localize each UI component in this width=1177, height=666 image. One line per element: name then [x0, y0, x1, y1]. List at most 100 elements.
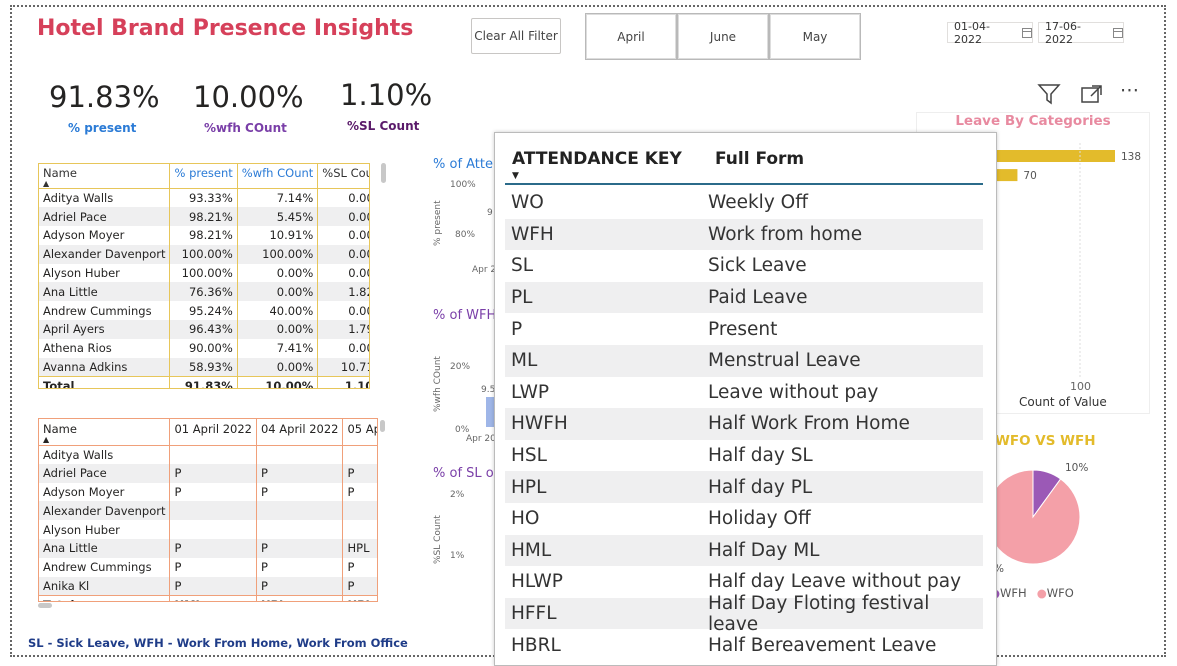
- cell-name: Andrew Cummings: [39, 301, 171, 321]
- cell-status: P: [342, 463, 377, 483]
- month-may-button[interactable]: May: [769, 13, 861, 60]
- table-row[interactable]: Adriel Pace98.21%5.45%0.00%: [39, 207, 369, 227]
- table-row[interactable]: Aditya Walls93.33%7.14%0.00%: [39, 188, 369, 208]
- cell-status: [169, 445, 257, 464]
- detail-matrix[interactable]: Name▲ 01 April 2022 04 April 2022 05 Apr…: [38, 418, 378, 602]
- pie-slice-wfo[interactable]: [985, 469, 1081, 565]
- key-row[interactable]: P Present: [505, 313, 983, 345]
- cell-name: Anika Kl: [39, 576, 171, 596]
- sort-desc-icon: ▲: [43, 179, 50, 188]
- sort-desc-icon: ▼: [512, 171, 519, 181]
- cell-name: Adyson Moyer: [39, 482, 171, 502]
- matrix-row[interactable]: Alexander Davenport: [39, 501, 377, 521]
- cell-value: 100.00%: [237, 244, 319, 264]
- table-row[interactable]: Avanna Adkins58.93%0.00%10.71%: [39, 357, 369, 377]
- attendance-chart-title: % of Atte: [433, 157, 494, 172]
- column-header-date-3[interactable]: 05 April 2022: [342, 419, 377, 446]
- column-header-sl[interactable]: %SL Count: [317, 164, 369, 189]
- column-header-name[interactable]: Name ▲: [39, 419, 171, 446]
- key-row[interactable]: WO Weekly Off: [505, 187, 983, 219]
- table-row[interactable]: Athena Rios90.00%7.41%0.00%: [39, 338, 369, 358]
- key-full-form: Paid Leave: [708, 287, 808, 309]
- total-label: Total: [39, 594, 171, 601]
- filter-icon[interactable]: [1037, 83, 1061, 105]
- calendar-icon[interactable]: [1113, 27, 1123, 38]
- cell-name: Alyson Huber: [39, 263, 171, 283]
- table-row[interactable]: Alyson Huber100.00%0.00%0.00%: [39, 263, 369, 283]
- key-code: PL: [511, 287, 533, 309]
- calendar-icon[interactable]: [1022, 27, 1032, 38]
- cell-status: P: [342, 482, 377, 502]
- column-header-wfh[interactable]: %wfh COunt: [237, 164, 319, 189]
- matrix-row[interactable]: Ana Little P P HPL: [39, 538, 377, 558]
- cell-status: [256, 445, 344, 464]
- matrix-row[interactable]: Alyson Huber: [39, 520, 377, 539]
- key-row[interactable]: HFFL Half Day Floting festival leave: [505, 593, 983, 635]
- key-row[interactable]: HSL Half day SL: [505, 440, 983, 472]
- cell-name: Alyson Huber: [39, 520, 171, 539]
- column-header-present[interactable]: % present: [169, 164, 238, 189]
- summary-table-scrollbar[interactable]: [381, 163, 386, 183]
- detail-matrix-hscrollbar[interactable]: [38, 603, 52, 608]
- header-divider: [505, 183, 983, 185]
- sl-chart-title: % of SL o: [433, 466, 494, 481]
- matrix-row[interactable]: Anika Kl P P P: [39, 576, 377, 596]
- key-row[interactable]: HWFH Half Work From Home: [505, 408, 983, 440]
- month-april-button[interactable]: April: [585, 13, 677, 60]
- kpi-sl-label: %SL Count: [347, 119, 420, 133]
- cell-value: 0.00%: [237, 263, 319, 283]
- cell-value: 0.00%: [237, 357, 319, 377]
- attendance-key-table[interactable]: ATTENDANCE KEY Full Form ▼ WO Weekly Off W…: [494, 132, 997, 666]
- cell-value: 98.21%: [169, 226, 238, 245]
- full-form-header[interactable]: Full Form: [715, 149, 804, 169]
- pie-legend: ●WFH ●WFO: [990, 586, 1074, 600]
- table-row[interactable]: April Ayers96.43%0.00%1.79%: [39, 320, 369, 339]
- table-row[interactable]: Ana Little76.36%0.00%1.82%: [39, 282, 369, 302]
- leave-bar-label: 138: [1121, 151, 1141, 163]
- wfh-tick-top: 20%: [450, 362, 471, 372]
- summary-table[interactable]: Name▲ % present %wfh COunt %SL Count Adi…: [38, 163, 370, 389]
- column-header-name[interactable]: Name ▲: [39, 164, 171, 189]
- column-header-date-1[interactable]: 01 April 2022: [169, 419, 257, 446]
- month-june-button[interactable]: June: [677, 13, 769, 60]
- table-row[interactable]: Alexander Davenport100.00%100.00%0.00%: [39, 244, 369, 264]
- key-row[interactable]: HML Half Day ML: [505, 534, 983, 567]
- key-row[interactable]: PL Paid Leave: [505, 281, 983, 314]
- attendance-key-header[interactable]: ATTENDANCE KEY: [512, 149, 682, 169]
- cell-value: 0.00%: [317, 263, 369, 283]
- cell-name: Adriel Pace: [39, 463, 171, 483]
- cell-name: Andrew Cummings: [39, 557, 171, 577]
- key-row[interactable]: HO Holiday Off: [505, 503, 983, 535]
- key-row[interactable]: ML Menstrual Leave: [505, 345, 983, 377]
- more-options-icon[interactable]: ⋯: [1120, 79, 1139, 101]
- cell-status: P: [256, 482, 344, 502]
- legend-footnote: SL - Sick Leave, WFH - Work From Home, W…: [28, 636, 408, 650]
- cell-value: 40.00%: [237, 301, 319, 321]
- matrix-row[interactable]: Adriel Pace P P P: [39, 463, 377, 483]
- key-row[interactable]: WFH Work from home: [505, 218, 983, 251]
- key-row[interactable]: LWP Leave without pay: [505, 377, 983, 409]
- cell-name: Aditya Walls: [39, 445, 171, 464]
- detail-matrix-scrollbar[interactable]: [380, 420, 385, 432]
- matrix-row[interactable]: Aditya Walls: [39, 445, 377, 464]
- clear-all-filter-button[interactable]: Clear All Filter: [471, 18, 561, 54]
- key-full-form: Work from home: [708, 223, 863, 245]
- column-header-date-2[interactable]: 04 April 2022: [256, 419, 344, 446]
- focus-mode-icon[interactable]: [1080, 84, 1104, 104]
- table-row[interactable]: Andrew Cummings95.24%40.00%0.00%: [39, 301, 369, 321]
- total-row: Total91.83%10.00%1.10%: [39, 375, 369, 388]
- cell-value: 10.91%: [237, 226, 319, 245]
- cell-value: 100.00%: [169, 263, 238, 283]
- matrix-row[interactable]: Andrew Cummings P P P: [39, 557, 377, 577]
- date-to-input[interactable]: 17-06-2022: [1038, 20, 1124, 46]
- cell-value: 0.00%: [317, 188, 369, 208]
- matrix-row[interactable]: Adyson Moyer P P P: [39, 482, 377, 502]
- key-full-form: Sick Leave: [708, 255, 807, 277]
- legend-item-wfo[interactable]: ●WFO: [1037, 586, 1074, 600]
- table-row[interactable]: Adyson Moyer98.21%10.91%0.00%: [39, 226, 369, 245]
- date-from-input[interactable]: 01-04-2022: [947, 20, 1033, 46]
- key-row[interactable]: HBRL Half Bereavement Leave: [505, 629, 983, 661]
- key-row[interactable]: SL Sick Leave: [505, 250, 983, 282]
- key-full-form: Present: [708, 318, 778, 340]
- key-row[interactable]: HPL Half day PL: [505, 471, 983, 503]
